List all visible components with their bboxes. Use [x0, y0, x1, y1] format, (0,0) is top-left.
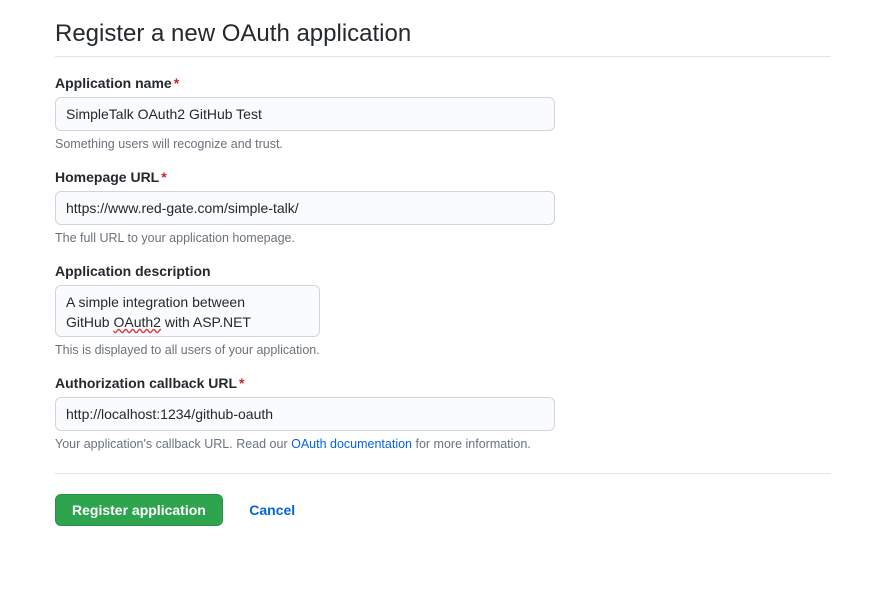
page-title: Register a new OAuth application: [55, 20, 831, 57]
field-callback-url: Authorization callback URL* Your applica…: [55, 375, 831, 451]
register-application-button[interactable]: Register application: [55, 494, 223, 526]
homepage-url-label: Homepage URL*: [55, 169, 831, 185]
oauth-documentation-link[interactable]: OAuth documentation: [291, 437, 412, 451]
oauth-register-form: Register a new OAuth application Applica…: [0, 0, 886, 546]
field-description: Application description A simple integra…: [55, 263, 831, 357]
callback-url-input[interactable]: [55, 397, 555, 431]
description-label: Application description: [55, 263, 831, 279]
field-homepage-url: Homepage URL* The full URL to your appli…: [55, 169, 831, 245]
app-name-note: Something users will recognize and trust…: [55, 137, 831, 151]
callback-url-note: Your application's callback URL. Read ou…: [55, 437, 831, 451]
form-actions: Register application Cancel: [55, 473, 831, 526]
cancel-button[interactable]: Cancel: [243, 501, 301, 519]
app-name-label: Application name*: [55, 75, 831, 91]
description-input[interactable]: A simple integration between GitHub OAut…: [55, 285, 320, 337]
field-app-name: Application name* Something users will r…: [55, 75, 831, 151]
homepage-url-input[interactable]: [55, 191, 555, 225]
app-name-input[interactable]: [55, 97, 555, 131]
description-note: This is displayed to all users of your a…: [55, 343, 831, 357]
callback-url-label: Authorization callback URL*: [55, 375, 831, 391]
homepage-url-note: The full URL to your application homepag…: [55, 231, 831, 245]
